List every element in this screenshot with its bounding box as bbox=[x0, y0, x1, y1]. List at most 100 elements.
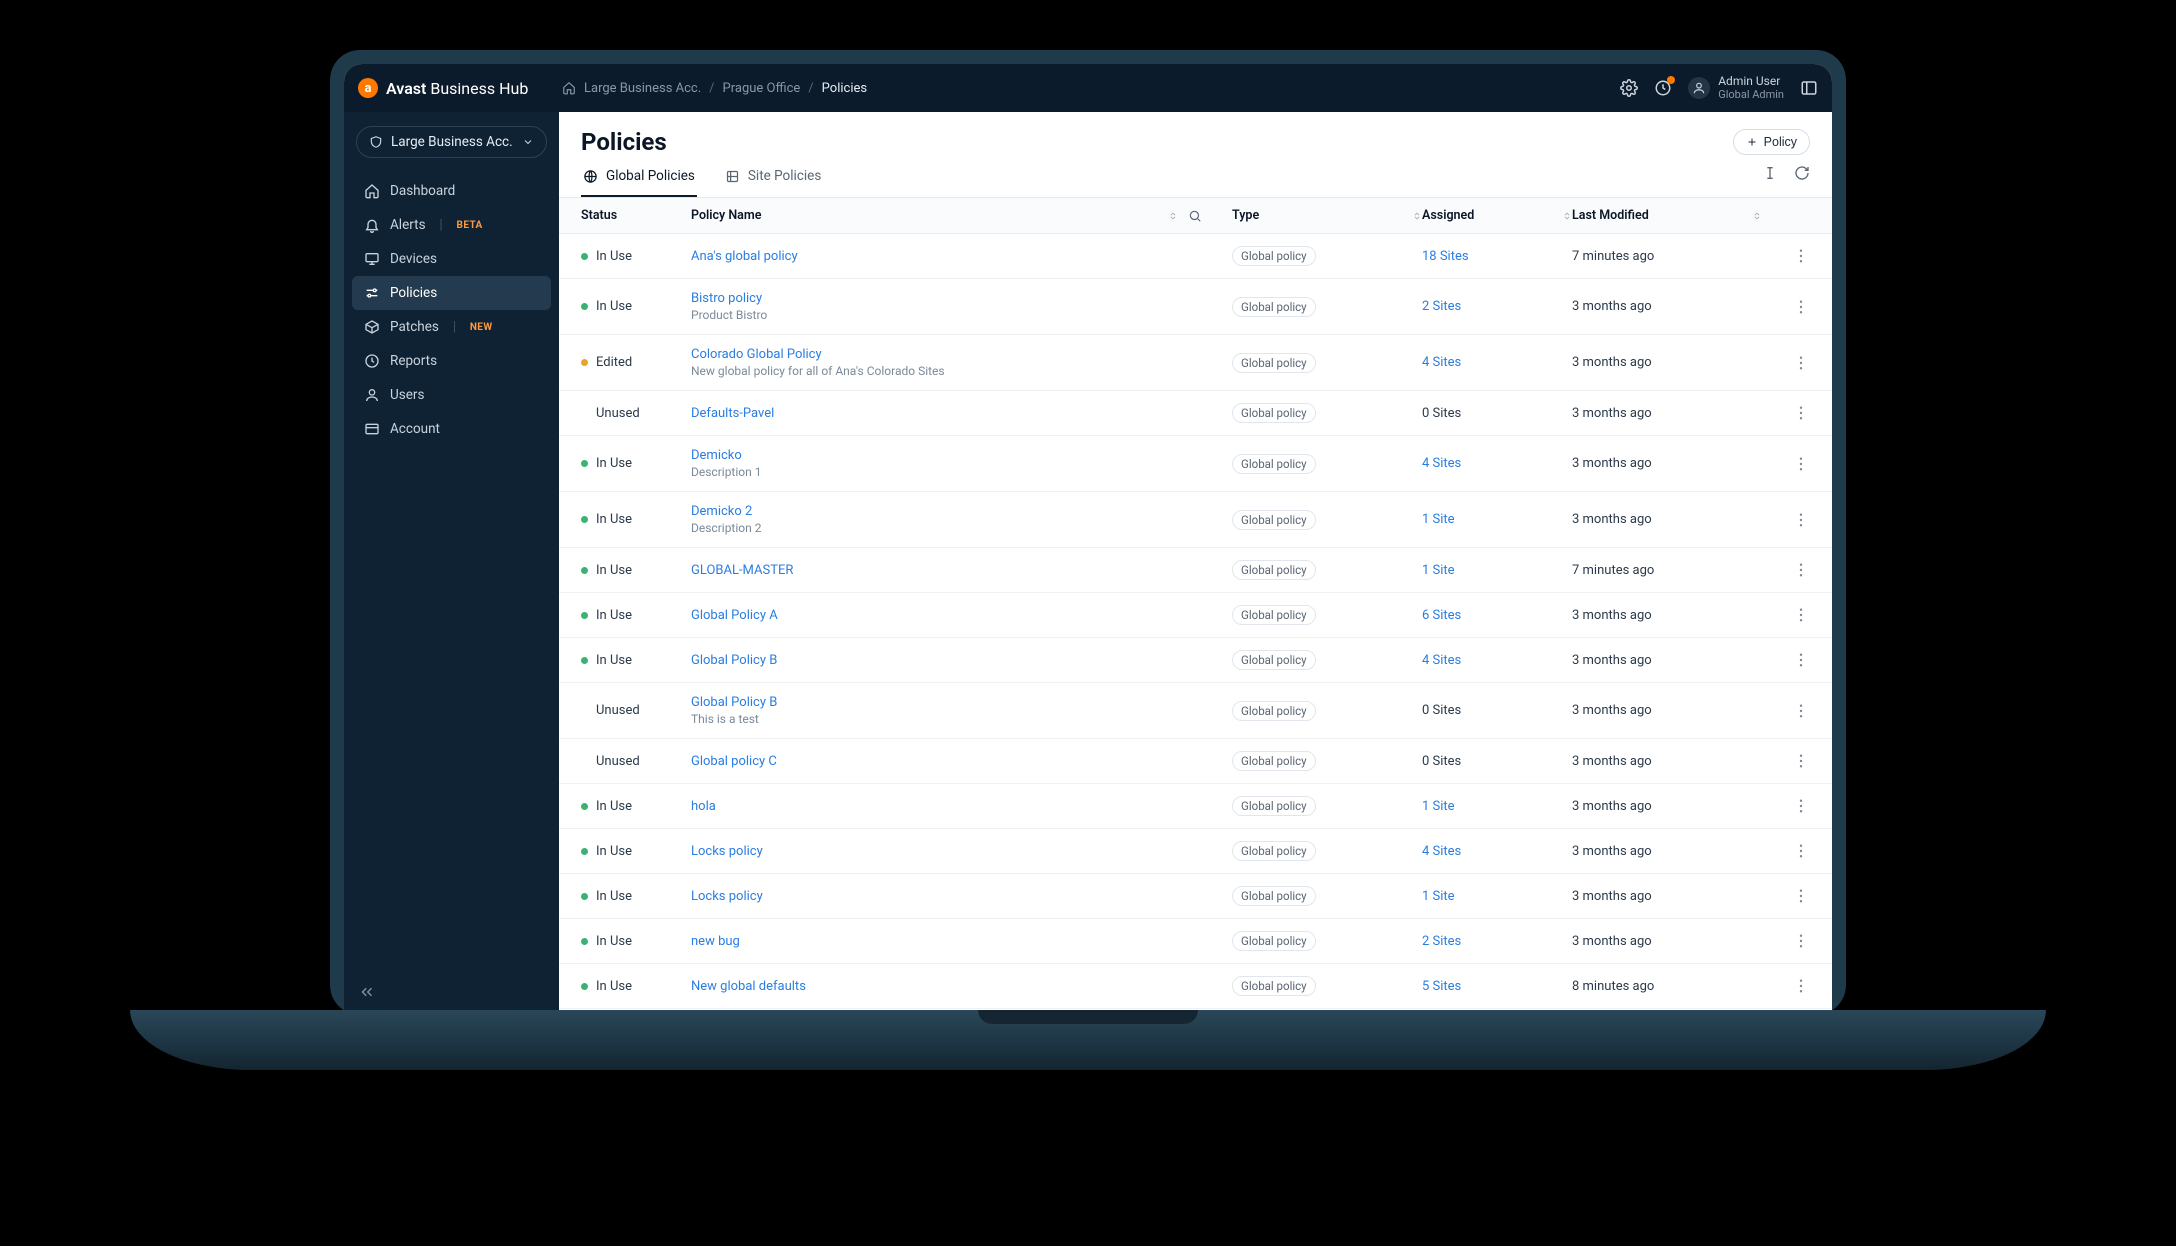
avatar-icon bbox=[1688, 77, 1710, 99]
sidebar-item-reports[interactable]: Reports bbox=[352, 344, 551, 378]
sort-icon[interactable] bbox=[1752, 209, 1762, 223]
assigned-link[interactable]: 4 Sites bbox=[1422, 844, 1461, 859]
sort-icon[interactable] bbox=[1412, 209, 1422, 223]
policy-name-link[interactable]: GLOBAL-MASTER bbox=[691, 563, 793, 578]
row-actions-button[interactable] bbox=[1792, 561, 1810, 579]
status-cell: In Use bbox=[581, 653, 691, 668]
th-policy-name[interactable]: Policy Name bbox=[691, 208, 1232, 223]
row-actions-button[interactable] bbox=[1792, 651, 1810, 669]
assigned-link[interactable]: 1 Site bbox=[1422, 563, 1455, 578]
kebab-icon bbox=[1792, 932, 1810, 950]
table-row: In UseLocks policyGlobal policy4 Sites3 … bbox=[559, 829, 1832, 874]
row-actions-button[interactable] bbox=[1792, 455, 1810, 473]
tab-site-policies[interactable]: Site Policies bbox=[723, 156, 823, 197]
status-dot-icon bbox=[581, 303, 588, 310]
th-assigned[interactable]: Assigned bbox=[1422, 208, 1572, 223]
policy-name-link[interactable]: Defaults-Pavel bbox=[691, 406, 774, 421]
sidebar-item-policies[interactable]: Policies bbox=[352, 276, 551, 310]
policy-name-link[interactable]: Bistro policy bbox=[691, 291, 762, 306]
app-screen: a Avast Business Hub Large Business Acc.… bbox=[344, 64, 1832, 1015]
policy-name-link[interactable]: Global Policy A bbox=[691, 608, 778, 623]
layout-icon[interactable] bbox=[1800, 79, 1818, 97]
user-menu[interactable]: Admin User Global Admin bbox=[1688, 75, 1784, 100]
brand[interactable]: a Avast Business Hub bbox=[358, 78, 548, 98]
sidebar-item-alerts[interactable]: Alerts|BETA bbox=[352, 208, 551, 242]
table-row: In UseGLOBAL-MASTERGlobal policy1 Site7 … bbox=[559, 548, 1832, 593]
policy-name-link[interactable]: Global Policy B bbox=[691, 653, 777, 668]
status-text: Unused bbox=[596, 406, 640, 421]
assigned-link[interactable]: 4 Sites bbox=[1422, 653, 1461, 668]
row-actions-button[interactable] bbox=[1792, 298, 1810, 316]
row-actions-button[interactable] bbox=[1792, 702, 1810, 720]
search-icon[interactable] bbox=[1188, 209, 1202, 223]
row-actions-button[interactable] bbox=[1792, 752, 1810, 770]
row-actions-button[interactable] bbox=[1792, 247, 1810, 265]
status-text: In Use bbox=[596, 456, 632, 471]
sidebar-item-patches[interactable]: Patches|NEW bbox=[352, 310, 551, 344]
kebab-icon bbox=[1792, 404, 1810, 422]
assigned-link[interactable]: 2 Sites bbox=[1422, 299, 1461, 314]
th-last-modified[interactable]: Last Modified bbox=[1572, 208, 1762, 223]
sidebar-item-users[interactable]: Users bbox=[352, 378, 551, 412]
add-policy-button[interactable]: Policy bbox=[1733, 129, 1810, 155]
table-row: UnusedDefaults-PavelGlobal policy0 Sites… bbox=[559, 391, 1832, 436]
sort-icon[interactable] bbox=[1168, 209, 1178, 223]
assigned-link[interactable]: 1 Site bbox=[1422, 512, 1455, 527]
kebab-icon bbox=[1792, 977, 1810, 995]
policy-name-link[interactable]: Colorado Global Policy bbox=[691, 347, 822, 362]
policy-name-link[interactable]: Ana's global policy bbox=[691, 249, 798, 264]
type-pill: Global policy bbox=[1232, 403, 1316, 423]
sidebar-item-devices[interactable]: Devices bbox=[352, 242, 551, 276]
kebab-icon bbox=[1792, 606, 1810, 624]
policy-name-link[interactable]: Demicko bbox=[691, 448, 742, 463]
row-actions-button[interactable] bbox=[1792, 606, 1810, 624]
breadcrumb-middle[interactable]: Prague Office bbox=[723, 81, 801, 96]
sidebar-item-dashboard[interactable]: Dashboard bbox=[352, 174, 551, 208]
policy-name-link[interactable]: New global defaults bbox=[691, 979, 806, 994]
breadcrumb-home[interactable]: Large Business Acc. bbox=[584, 81, 701, 96]
policy-name-link[interactable]: Locks policy bbox=[691, 889, 763, 904]
policy-name-link[interactable]: Global Policy B bbox=[691, 695, 777, 710]
status-cell: Edited bbox=[581, 355, 691, 370]
sort-icon[interactable] bbox=[1562, 209, 1572, 223]
status-cell: In Use bbox=[581, 249, 691, 264]
sidebar-item-account[interactable]: Account bbox=[352, 412, 551, 446]
assigned-link[interactable]: 6 Sites bbox=[1422, 608, 1461, 623]
policy-name-link[interactable]: hola bbox=[691, 799, 716, 814]
assigned-link[interactable]: 1 Site bbox=[1422, 799, 1455, 814]
package-icon bbox=[364, 319, 380, 335]
row-actions-button[interactable] bbox=[1792, 977, 1810, 995]
policy-description: New global policy for all of Ana's Color… bbox=[691, 364, 1232, 378]
th-type[interactable]: Type bbox=[1232, 208, 1422, 223]
account-selector[interactable]: Large Business Acc. bbox=[356, 126, 547, 158]
settings-icon[interactable] bbox=[1620, 79, 1638, 97]
row-actions-button[interactable] bbox=[1792, 932, 1810, 950]
policy-name-link[interactable]: Demicko 2 bbox=[691, 504, 752, 519]
assigned-link[interactable]: 5 Sites bbox=[1422, 979, 1461, 994]
policy-name-link[interactable]: Global policy C bbox=[691, 754, 777, 769]
assigned-link[interactable]: 18 Sites bbox=[1422, 249, 1469, 264]
clock-icon bbox=[364, 353, 380, 369]
assigned-link[interactable]: 4 Sites bbox=[1422, 355, 1461, 370]
th-status[interactable]: Status bbox=[581, 208, 691, 223]
row-actions-button[interactable] bbox=[1792, 404, 1810, 422]
row-actions-button[interactable] bbox=[1792, 797, 1810, 815]
row-actions-button[interactable] bbox=[1792, 842, 1810, 860]
policy-name-link[interactable]: new bug bbox=[691, 934, 740, 949]
notifications-icon[interactable] bbox=[1654, 79, 1672, 97]
rename-icon[interactable] bbox=[1762, 165, 1778, 181]
assigned-link[interactable]: 1 Site bbox=[1422, 889, 1455, 904]
refresh-icon[interactable] bbox=[1794, 165, 1810, 181]
status-text: In Use bbox=[596, 889, 632, 904]
kebab-icon bbox=[1792, 797, 1810, 815]
sidebar-collapse[interactable] bbox=[344, 969, 559, 1015]
table-row: In UseGlobal Policy BGlobal policy4 Site… bbox=[559, 638, 1832, 683]
kebab-icon bbox=[1792, 247, 1810, 265]
assigned-link[interactable]: 2 Sites bbox=[1422, 934, 1461, 949]
policy-name-link[interactable]: Locks policy bbox=[691, 844, 763, 859]
row-actions-button[interactable] bbox=[1792, 887, 1810, 905]
row-actions-button[interactable] bbox=[1792, 511, 1810, 529]
row-actions-button[interactable] bbox=[1792, 354, 1810, 372]
assigned-link[interactable]: 4 Sites bbox=[1422, 456, 1461, 471]
tab-global-policies[interactable]: Global Policies bbox=[581, 156, 697, 197]
